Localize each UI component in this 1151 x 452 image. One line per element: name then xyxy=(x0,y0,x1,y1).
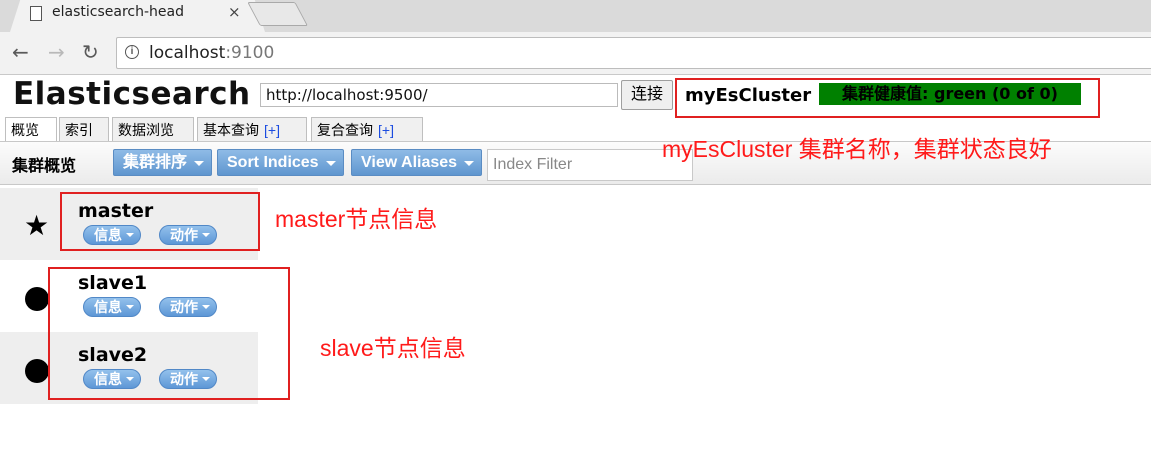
tab-compound-query[interactable]: 复合查询 [+] xyxy=(311,117,423,141)
tab-add-link[interactable]: [+] xyxy=(264,122,280,138)
tab-label: 索引 xyxy=(65,122,93,138)
master-annotation-box xyxy=(60,192,260,251)
tab-label: 概览 xyxy=(11,122,39,138)
caret-down-icon xyxy=(464,161,475,166)
url-host: localhost xyxy=(149,43,226,63)
connection-url-input[interactable] xyxy=(260,83,618,107)
site-info-icon[interactable]: i xyxy=(125,45,139,59)
document-icon xyxy=(30,6,42,21)
browser-tab-strip: elasticsearch-head × xyxy=(0,0,1151,32)
tab-overview[interactable]: 概览 xyxy=(5,117,57,142)
master-annotation-text: master节点信息 xyxy=(275,206,438,232)
forward-arrow-icon[interactable]: → xyxy=(48,40,65,64)
connect-button[interactable]: 连接 xyxy=(621,80,673,110)
browser-tab-title: elasticsearch-head xyxy=(52,4,184,20)
toolbar-title: 集群概览 xyxy=(12,158,77,175)
slave-annotation-text: slave节点信息 xyxy=(320,335,466,361)
cluster-annotation-box xyxy=(675,78,1100,118)
tab-label: 复合查询 xyxy=(317,122,373,138)
tab-label: 基本查询 xyxy=(203,122,259,138)
slave-annotation-box xyxy=(48,267,290,400)
view-aliases-button[interactable]: View Aliases xyxy=(351,149,483,176)
url-port: :9100 xyxy=(225,43,275,63)
close-tab-icon[interactable]: × xyxy=(228,3,241,21)
caret-down-icon xyxy=(194,161,205,166)
dot-icon xyxy=(25,359,49,383)
address-bar-row: ← → ↻ i localhost:9100 xyxy=(0,32,1151,75)
back-arrow-icon[interactable]: ← xyxy=(12,40,29,64)
app-title: Elasticsearch xyxy=(13,76,251,112)
reload-icon[interactable]: ↻ xyxy=(82,40,99,64)
caret-down-icon xyxy=(325,161,336,166)
dot-icon xyxy=(25,287,49,311)
cluster-sort-button[interactable]: 集群排序 xyxy=(113,149,213,176)
button-label: 集群排序 xyxy=(123,154,188,171)
tab-basic-query[interactable]: 基本查询 [+] xyxy=(197,117,307,141)
tab-indices[interactable]: 索引 xyxy=(59,117,109,141)
star-icon: ★ xyxy=(24,209,50,242)
url-text: localhost:9100 xyxy=(149,43,274,63)
sort-indices-button[interactable]: Sort Indices xyxy=(217,149,344,176)
tab-data-browse[interactable]: 数据浏览 xyxy=(112,117,194,141)
cluster-annotation-text: myEsCluster 集群名称，集群状态良好 xyxy=(662,136,1052,162)
button-label: View Aliases xyxy=(361,154,458,171)
tab-label: 数据浏览 xyxy=(118,122,174,138)
button-label: Sort Indices xyxy=(227,154,319,171)
tab-add-link[interactable]: [+] xyxy=(378,122,394,138)
url-bar[interactable]: i localhost:9100 xyxy=(116,37,1151,69)
